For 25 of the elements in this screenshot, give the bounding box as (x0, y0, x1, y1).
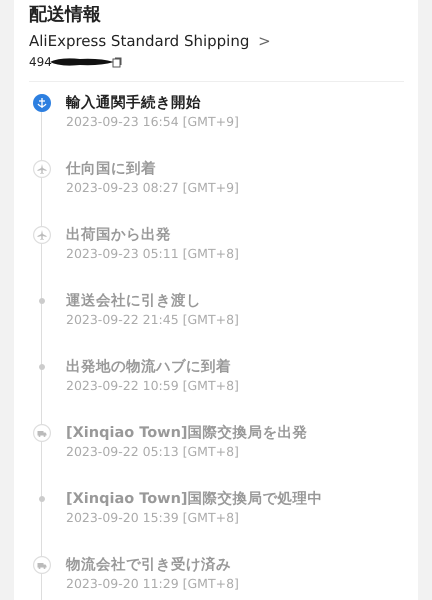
carrier-link[interactable]: AliExpress Standard Shipping > (29, 29, 404, 53)
timeline-dot (39, 364, 45, 370)
event-title: 仕向国に到着 (66, 159, 157, 179)
event-title: 出発地の物流ハブに到着 (66, 357, 232, 377)
event-time: 2023-09-20 11:29 [GMT+8] (66, 575, 239, 593)
event-title: [Xinqiao Town]国際交換局で処理中 (66, 489, 323, 509)
event-title: 出荷国から出発 (66, 226, 172, 245)
status-active-icon (33, 94, 51, 112)
event-title: 物流会社で引き受け済み (66, 555, 232, 575)
event-title: 運送会社に引き渡し (66, 292, 202, 311)
section-title: 配送情報 (29, 3, 102, 27)
tracking-number: 494 (29, 55, 52, 69)
event-time: 2023-09-23 05:11 [GMT+8] (66, 245, 239, 263)
event-title: [Xinqiao Town]国際交換局を出発 (66, 423, 308, 443)
event-time: 2023-09-22 05:13 [GMT+8] (66, 443, 240, 461)
redaction-mark (50, 57, 114, 67)
event-time: 2023-09-22 21:45 [GMT+8] (66, 311, 239, 329)
copy-icon[interactable] (112, 56, 122, 68)
event-time: 2023-09-20 15:39 [GMT+8] (66, 509, 240, 527)
event-title: 輸入通関手続き開始 (66, 94, 202, 113)
timeline-dot (39, 496, 45, 502)
event-time: 2023-09-23 08:27 [GMT+9] (66, 179, 239, 197)
timeline-dot (39, 298, 45, 304)
event-time: 2023-09-22 10:59 [GMT+8] (66, 377, 239, 395)
event-time: 2023-09-23 16:54 [GMT+9] (66, 113, 239, 131)
